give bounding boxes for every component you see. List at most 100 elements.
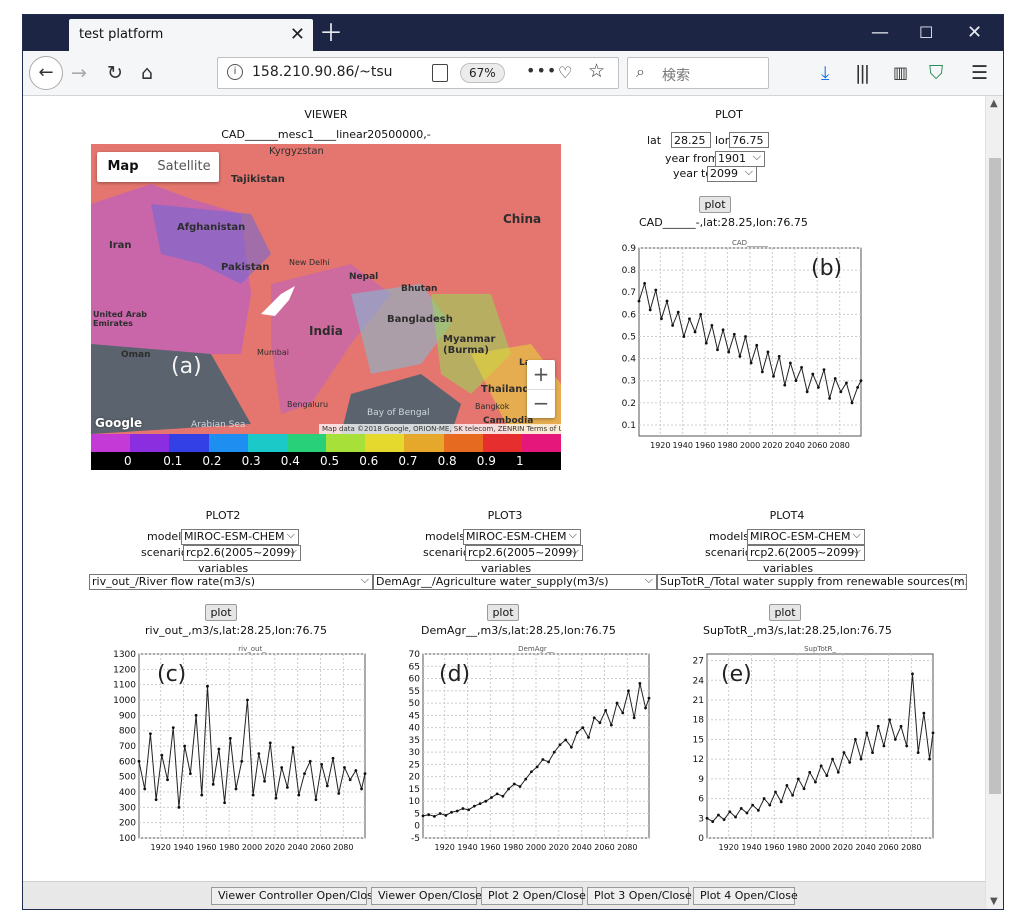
y-tick-label: -5 (411, 834, 420, 844)
x-tick-label: 1940 (673, 441, 693, 450)
data-point (348, 778, 352, 782)
legend-tick-label: 0.6 (359, 454, 379, 468)
library-icon[interactable]: ||| (855, 61, 870, 85)
data-point (825, 774, 829, 777)
x-tick-label: 1960 (480, 843, 500, 852)
map-label-pakistan: Pakistan (221, 262, 270, 273)
zoom-level-badge[interactable]: 67% (460, 63, 505, 83)
home-icon[interactable]: ⌂ (141, 61, 153, 85)
plot4-models-select[interactable]: MIROC-ESM-CHEM (747, 529, 865, 545)
data-point (788, 361, 792, 365)
data-point (727, 350, 731, 354)
maximize-icon[interactable]: ☐ (919, 21, 933, 45)
data-point (888, 718, 892, 722)
plot-button[interactable]: plot (699, 196, 731, 213)
forward-arrow-icon[interactable]: → (71, 61, 87, 85)
x-tick-label: 2060 (807, 441, 827, 450)
menu-icon[interactable]: ☰ (971, 61, 988, 85)
year-to-select[interactable]: 2099 (707, 166, 757, 182)
legend-tick-label: 0.9 (476, 454, 496, 468)
data-point (308, 759, 312, 763)
map-tab-satellite[interactable]: Satellite (149, 152, 219, 182)
lat-input[interactable]: 28.25 (671, 132, 711, 148)
search-bar[interactable]: ⌕ 検索 (627, 57, 769, 89)
y-tick-label: 700 (119, 742, 136, 752)
data-point (845, 381, 848, 385)
close-tab-icon[interactable]: ✕ (290, 24, 305, 45)
vertical-scrollbar[interactable]: ▲ ▼ (985, 96, 1003, 909)
viewer-toggle-button[interactable]: Viewer Open/Close (371, 887, 482, 905)
data-point (760, 370, 764, 374)
bookmark-star-icon[interactable]: ☆ (588, 60, 605, 82)
url-text[interactable]: 158.210.90.86/~tsuk (252, 64, 392, 80)
new-tab-icon[interactable]: ＋ (319, 19, 343, 47)
back-arrow-icon[interactable]: ← (29, 56, 63, 90)
legend-tick-label: 0.3 (241, 454, 261, 468)
data-point (234, 787, 238, 791)
y-tick-label: 24 (693, 676, 705, 686)
shield-extension-icon[interactable]: ⛉ (929, 61, 943, 85)
plot4-scenario-select[interactable]: rcp2.6(2005~2099) (747, 545, 865, 561)
year-from-select[interactable]: 1901 (715, 151, 765, 167)
data-point (575, 731, 579, 734)
y-tick-label: 1200 (113, 665, 136, 675)
scroll-down-icon[interactable]: ▼ (990, 896, 998, 907)
data-point (524, 777, 528, 781)
scroll-thumb[interactable] (989, 158, 1001, 794)
plot2-scenario-select[interactable]: rcp2.6(2005~2099) (183, 545, 301, 561)
data-point (836, 770, 840, 774)
y-tick-label: 21 (693, 696, 704, 706)
reader-view-icon[interactable] (432, 64, 448, 82)
sidebar-icon[interactable]: ▥ (893, 61, 908, 85)
plot4-toggle-button[interactable]: Plot 4 Open/Close (693, 887, 798, 905)
map-view[interactable]: Map Satellite Kyrgyzstan Tajikistan Afgh… (91, 144, 561, 434)
data-point (598, 721, 602, 725)
data-point (518, 785, 522, 788)
search-input[interactable]: 検索 (662, 65, 690, 85)
data-point (779, 800, 783, 804)
pocket-icon[interactable]: ♡ (558, 63, 572, 82)
map-label-india: India (309, 324, 343, 338)
data-point (581, 726, 585, 729)
data-point (749, 361, 753, 365)
map-label-afghanistan: Afghanistan (177, 222, 246, 233)
close-window-icon[interactable]: ✕ (967, 21, 982, 45)
legend-swatch (365, 434, 405, 452)
data-point (893, 738, 897, 741)
plot3-models-select[interactable]: MIROC-ESM-CHEM (463, 529, 581, 545)
map-tab-map[interactable]: Map (97, 152, 149, 182)
plot4-variables-select[interactable]: SupTotR_/Total water supply from renewab… (657, 574, 967, 590)
plot2-models-select[interactable]: MIROC-ESM-CHEM (181, 529, 299, 545)
data-point (472, 804, 476, 808)
info-icon[interactable]: i (227, 64, 243, 80)
data-point (751, 803, 755, 807)
plot3-plot-button[interactable]: plot (487, 604, 519, 621)
plot4-plot-button[interactable]: plot (769, 604, 801, 621)
browser-tab[interactable]: test platform ✕ (69, 19, 313, 51)
data-point (587, 736, 590, 739)
reload-icon[interactable]: ↻ (107, 61, 123, 85)
plot3-toggle-button[interactable]: Plot 3 Open/Close (587, 887, 692, 905)
map-label-tajikistan: Tajikistan (231, 174, 285, 185)
download-icon[interactable]: ⤓ (821, 61, 829, 85)
plot2-plot-button[interactable]: plot (205, 604, 237, 621)
viewer-controller-toggle-button[interactable]: Viewer Controller Open/Close (211, 887, 380, 905)
minimize-icon[interactable]: — (871, 21, 889, 45)
y-tick-label: 70 (409, 650, 421, 660)
lon-input[interactable]: 76.75 (729, 132, 769, 148)
data-point (822, 368, 826, 372)
scroll-up-icon[interactable]: ▲ (990, 98, 998, 109)
x-tick-label: 1940 (741, 843, 761, 852)
plot2-toggle-button[interactable]: Plot 2 Open/Close (481, 887, 586, 905)
url-bar[interactable]: i 158.210.90.86/~tsuk 67% ••• ♡ ☆ (217, 57, 619, 89)
zoom-in-button[interactable]: + (527, 360, 555, 389)
chart-dem: 1920 1940 1960 1980 2000 2020 2040 2060 2080-505… (409, 645, 651, 852)
more-actions-icon[interactable]: ••• (526, 61, 557, 80)
plot2-variables-select[interactable]: riv_out_/River flow rate(m3/s) (89, 574, 373, 590)
plot3-scenario-select[interactable]: rcp2.6(2005~2099) (465, 545, 583, 561)
map-attribution[interactable]: Map data ©2018 Google, ORION-ME, SK tele… (319, 424, 561, 434)
data-point (704, 341, 708, 345)
plot3-variables-select[interactable]: DemAgr__/Agriculture water_supply(m3/s) (373, 574, 657, 590)
zoom-out-button[interactable]: − (527, 389, 555, 419)
data-point (564, 738, 568, 742)
